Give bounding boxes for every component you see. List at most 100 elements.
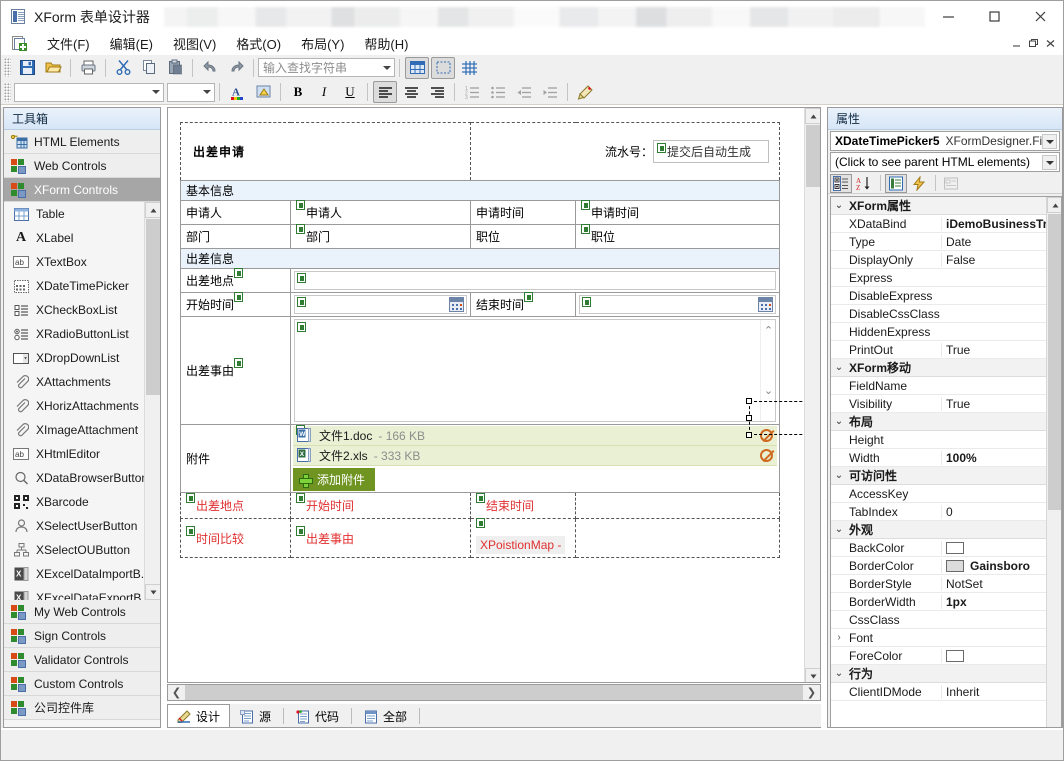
end-time-cell[interactable]	[576, 293, 780, 317]
font-color-button[interactable]: A	[225, 81, 249, 103]
tab-code[interactable]: 代码	[286, 705, 349, 727]
property-row-bordercolor[interactable]: BorderColor Gainsboro	[831, 557, 1061, 575]
align-right-button[interactable]	[425, 81, 449, 103]
mdi-restore-button[interactable]	[1008, 35, 1025, 52]
toolbox-item-xhorizattachments[interactable]: XHorizAttachments	[4, 394, 160, 418]
indent-button[interactable]	[538, 81, 562, 103]
property-row-express[interactable]: Express	[831, 269, 1061, 287]
calendar-icon[interactable]	[758, 297, 773, 312]
property-row-accesskey[interactable]: AccessKey	[831, 485, 1061, 503]
toolbox-item-xcheckboxlist[interactable]: XCheckBoxList	[4, 298, 160, 322]
toolbox-group-xform-controls[interactable]: XForm Controls	[4, 178, 160, 202]
property-row-displayonly[interactable]: DisplayOnly False	[831, 251, 1061, 269]
property-category-xform[interactable]: ⌄ XForm属性	[831, 197, 1061, 215]
menu-layout[interactable]: 布局(Y)	[291, 31, 354, 56]
delete-circle-icon[interactable]	[760, 449, 773, 462]
property-row-font[interactable]: › Font	[831, 629, 1061, 647]
design-canvas[interactable]: 出差申请 流水号：提交后自动生成 基本信息 申请人 申请人 申请时间 申请时间 …	[168, 108, 805, 683]
validator-cell[interactable]: 出差地点	[181, 493, 291, 519]
chevron-down-icon[interactable]	[203, 90, 211, 94]
property-row-clientidmode[interactable]: ClientIDMode Inherit	[831, 683, 1061, 701]
validator-cell[interactable]	[576, 519, 780, 558]
applicant-field[interactable]: 申请人	[291, 201, 471, 225]
chevron-down-icon[interactable]: ⌄	[831, 470, 847, 481]
serial-number-field[interactable]: 提交后自动生成	[653, 140, 769, 163]
property-value[interactable]: True	[941, 397, 1061, 411]
property-category-behavior[interactable]: ⌄ 行为	[831, 665, 1061, 683]
toolbox-group-company-controls[interactable]: 公司控件库	[4, 696, 160, 720]
attachment-filename[interactable]: 文件1.doc	[319, 427, 372, 444]
outdent-button[interactable]	[512, 81, 536, 103]
property-row-height[interactable]: Height	[831, 431, 1061, 449]
property-row-hiddenexpress[interactable]: HiddenExpress	[831, 323, 1061, 341]
categorized-button[interactable]	[830, 174, 852, 193]
parent-elements-select[interactable]: (Click to see parent HTML elements)	[830, 152, 1060, 172]
format-painter-button[interactable]	[573, 81, 597, 103]
add-attachment-button[interactable]: 添加附件	[293, 468, 375, 491]
mdi-close-button[interactable]	[1042, 35, 1059, 52]
tab-all[interactable]: 全部	[354, 705, 417, 727]
property-row-tabindex[interactable]: TabIndex 0	[831, 503, 1061, 521]
toolbox-group-validator-controls[interactable]: Validator Controls	[4, 648, 160, 672]
toolbox-item-xexceldataimportbutton[interactable]: X XExcelDataImportB...	[4, 562, 160, 586]
chevron-down-icon[interactable]: ⌄	[831, 668, 847, 679]
events-button[interactable]	[908, 174, 930, 193]
property-category-layout[interactable]: ⌄ 布局	[831, 413, 1061, 431]
align-center-button[interactable]	[399, 81, 423, 103]
insert-table-button[interactable]	[405, 57, 429, 79]
font-size-select[interactable]	[167, 83, 215, 102]
menu-file[interactable]: 文件(F)	[37, 31, 100, 56]
tab-source[interactable]: 源	[230, 705, 281, 727]
property-value[interactable]: 1px	[941, 595, 1061, 609]
textarea-scrollbar[interactable]: ⌃ ⌄	[760, 320, 775, 421]
property-value[interactable]: True	[941, 343, 1061, 357]
toolbox-group-html-elements[interactable]: HTML Elements	[4, 130, 160, 154]
property-row-xdatabind[interactable]: XDataBind iDemoBusinessTrip	[831, 215, 1061, 233]
undo-button[interactable]	[198, 57, 222, 79]
minimize-button[interactable]	[925, 1, 971, 32]
alphabetical-button[interactable]: AZ	[853, 174, 875, 193]
toolbox-group-web-controls[interactable]: Web Controls	[4, 154, 160, 178]
chevron-down-icon[interactable]	[383, 66, 391, 70]
unordered-list-button[interactable]	[486, 81, 510, 103]
property-row-disablecssclass[interactable]: DisableCssClass	[831, 305, 1061, 323]
table-border-button[interactable]	[431, 57, 455, 79]
validator-cell[interactable]: XPoistionMap -	[471, 519, 576, 558]
property-row-width[interactable]: Width 100%	[831, 449, 1061, 467]
align-left-button[interactable]	[373, 81, 397, 103]
toolbox-item-xselectuserbutton[interactable]: XSelectUserButton	[4, 514, 160, 538]
scroll-up-icon[interactable]	[1047, 197, 1062, 213]
toolbox-group-my-web-controls[interactable]: My Web Controls	[4, 600, 160, 624]
scroll-down-icon[interactable]	[805, 668, 821, 683]
toolbox-item-xselectoubutton[interactable]: XSelectOUButton	[4, 538, 160, 562]
scroll-left-icon[interactable]: ❮	[168, 685, 185, 700]
calendar-icon[interactable]	[449, 297, 464, 312]
property-value[interactable]: Inherit	[941, 685, 1061, 699]
place-input-cell[interactable]	[291, 269, 780, 293]
form-design-surface[interactable]: 出差申请 流水号：提交后自动生成 基本信息 申请人 申请人 申请时间 申请时间 …	[167, 107, 821, 683]
chevron-down-icon[interactable]	[152, 90, 160, 94]
property-row-borderstyle[interactable]: BorderStyle NotSet	[831, 575, 1061, 593]
close-button[interactable]	[1017, 1, 1063, 32]
paste-button[interactable]	[163, 57, 187, 79]
toolbox-item-table[interactable]: Table	[4, 202, 160, 226]
chevron-down-icon[interactable]: ⌄	[831, 200, 847, 211]
department-field[interactable]: 部门	[291, 225, 471, 249]
property-row-backcolor[interactable]: BackColor	[831, 539, 1061, 557]
scroll-up-icon[interactable]	[805, 108, 821, 124]
chevron-down-icon[interactable]	[1042, 155, 1057, 170]
italic-button[interactable]: I	[312, 81, 336, 103]
toolbox-scroll-track[interactable]	[146, 395, 160, 583]
property-value[interactable]: Date	[941, 235, 1061, 249]
property-grid-scrollbar[interactable]	[1046, 197, 1061, 728]
start-time-picker[interactable]	[294, 295, 467, 314]
designer-hscroll-thumb[interactable]	[185, 685, 803, 700]
property-value[interactable]	[941, 649, 1061, 663]
property-value[interactable]: 100%	[941, 451, 1061, 465]
end-time-picker[interactable]	[579, 295, 776, 314]
find-input[interactable]: 输入查找字符串	[258, 58, 395, 77]
delete-circle-icon[interactable]	[760, 429, 773, 442]
chevron-down-icon[interactable]: ⌄	[831, 524, 847, 535]
show-grid-button[interactable]	[457, 57, 481, 79]
property-value[interactable]: iDemoBusinessTrip	[941, 217, 1061, 231]
